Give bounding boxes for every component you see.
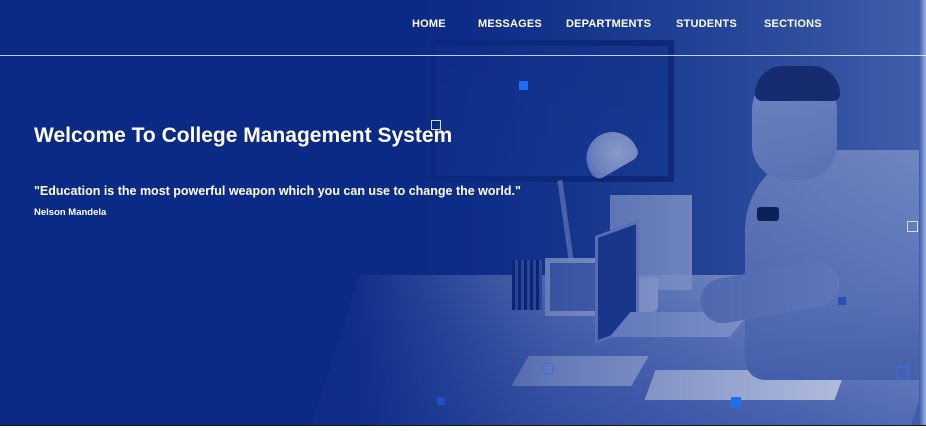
hero-banner: HOME MESSAGES DEPARTMENTS STUDENTS SECTI…: [0, 0, 926, 425]
hero-background-photo: [0, 0, 926, 425]
decorative-square-outline: [907, 221, 918, 232]
decorative-square-outline: [897, 367, 909, 379]
hero-quote: "Education is the most powerful weapon w…: [34, 184, 521, 198]
blue-overlay: [0, 0, 926, 425]
decorative-square: [437, 397, 445, 405]
page-title: Welcome To College Management System: [34, 124, 453, 147]
decorative-square-outline: [542, 363, 553, 374]
decorative-square: [731, 397, 741, 407]
top-navigation: HOME MESSAGES DEPARTMENTS STUDENTS SECTI…: [0, 0, 926, 56]
nav-students[interactable]: STUDENTS: [676, 18, 737, 30]
nav-departments[interactable]: DEPARTMENTS: [566, 18, 651, 30]
quote-author: Nelson Mandela: [34, 207, 107, 218]
divider: [0, 425, 926, 426]
nav-messages[interactable]: MESSAGES: [478, 18, 542, 30]
decorative-square: [838, 297, 846, 305]
decorative-square: [519, 81, 528, 90]
nav-home[interactable]: HOME: [412, 18, 446, 30]
decorative-square-outline: [431, 120, 441, 130]
nav-sections[interactable]: SECTIONS: [764, 18, 822, 30]
scrollbar-edge: [919, 0, 926, 425]
